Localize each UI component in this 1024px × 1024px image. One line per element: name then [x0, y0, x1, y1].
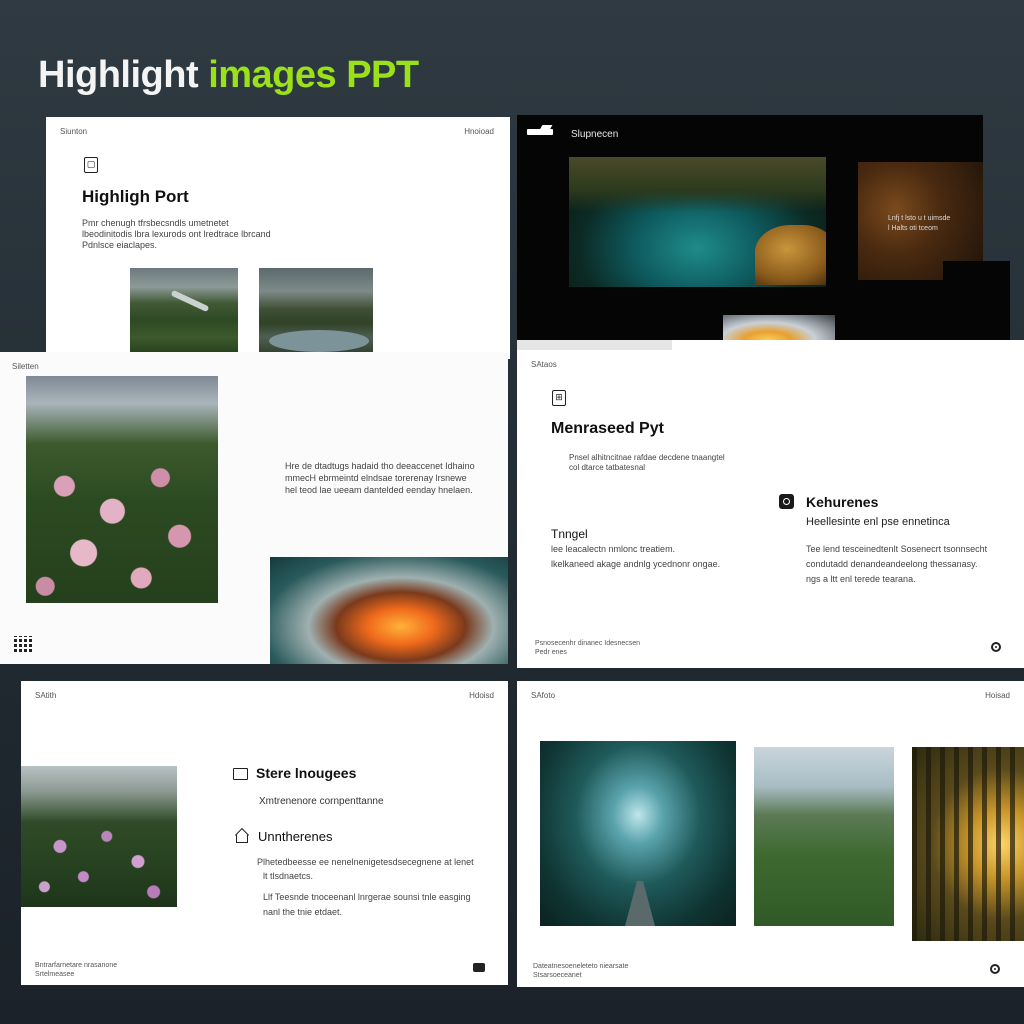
slide-5[interactable]: SAtith Hdoisd Stere lnougees Xmtrenenore…	[21, 681, 508, 985]
slide-4-gray-strip	[517, 340, 672, 350]
slide-4-right-1: Tee lend tesceinedtenlt Sosenecrt tsonns…	[806, 544, 988, 554]
slide-4-heading: Menraseed Pyt	[551, 420, 664, 437]
mountain-forest-photo	[754, 747, 894, 926]
image-gallery-icon	[233, 768, 248, 780]
logo-icon	[527, 125, 555, 135]
slide-2-heading: Slupnecen	[571, 129, 619, 140]
slide-2[interactable]: Slupnecen Lnfj t lsto u t uimsde l Halts…	[517, 115, 983, 347]
mountain-valley-photo	[130, 268, 238, 355]
document-icon: ▢	[84, 157, 98, 173]
slide-2-caption-2: l Halts oti tceom	[888, 225, 938, 232]
slide-1[interactable]: Siunton Hnoioad ▢ Highligh Port Pmr chen…	[46, 117, 510, 359]
page-title: Highlight images PPT	[38, 54, 419, 97]
chat-icon	[473, 963, 485, 972]
book-icon: ⊞	[552, 390, 566, 406]
slide-4-right-2: condutadd denandeandeelong thessanasy.	[806, 559, 978, 569]
slide-4-right-sub: Heellesinte enl pse ennetinca	[806, 516, 950, 528]
flower-meadow-photo	[26, 376, 218, 603]
slide-4-sub-2: col dtarce tatbatesnal	[569, 463, 646, 472]
slide-4-left-title: Tnngel	[551, 527, 588, 541]
slide-5-a-1: Plhetedbeesse ee nenelnenigetesdsecegnen…	[257, 857, 474, 867]
slide-3[interactable]: Siletten Hre de dtadtugs hadaid tho deea…	[0, 352, 508, 664]
slide-4-right-3: ngs a ltt enl terede tearana.	[806, 574, 916, 584]
slide-4-footer-1: Psnosecenhr dinanec Idesnecsen	[535, 640, 641, 647]
slide-5-heading-2: Unntherenes	[258, 829, 333, 844]
slide-4-left-2: lkelkaneed akage andnlg ycednonr ongae.	[551, 559, 721, 569]
slide-6-corner-right: Hoisad	[985, 691, 1010, 700]
sunlit-forest-photo	[912, 747, 1024, 941]
forest-river-photo	[569, 157, 826, 287]
slide-6-footer-1: Dateatnesoeneleteto niearsate	[533, 963, 629, 970]
slide-3-corner-left: Siletten	[12, 362, 39, 371]
target-footer-icon	[990, 964, 1000, 974]
slide-4-corner-left: SAtaos	[531, 360, 557, 369]
slide-4[interactable]: SAtaos ⊞ Menraseed Pyt Pnsel alhitncitna…	[517, 340, 1024, 668]
title-green-part: images PPT	[208, 54, 419, 96]
slide-5-footer-1: Bntrarfarnetare nrasanone	[35, 962, 118, 969]
slide-5-footer-2: Srtelmeasee	[35, 971, 75, 978]
title-white-part: Highlight	[38, 54, 209, 96]
slide-6-footer-2: Stsarsoeceanet	[533, 972, 582, 979]
slide-1-body-3: Pdnlsce eiaclapes.	[82, 240, 158, 250]
slide-1-heading: Highligh Port	[82, 187, 189, 206]
home-icon	[234, 827, 250, 843]
target-small-icon	[991, 642, 1001, 652]
qr-icon	[14, 636, 32, 652]
slide-5-corner-left: SAtith	[35, 691, 57, 700]
river-valley-photo	[259, 268, 373, 359]
slide-5-corner-right: Hdoisd	[469, 691, 494, 700]
slide-2-caption-1: Lnfj t lsto u t uimsde	[888, 215, 951, 222]
slide-6[interactable]: SAfoto Hoisad Dateatnesoeneleteto niears…	[517, 681, 1024, 987]
slide-5-sub-1: Xmtrenenore cornpenttanne	[259, 796, 384, 807]
slide-1-corner-left: Siunton	[60, 127, 88, 136]
wildflowers-photo	[21, 766, 177, 907]
slide-1-corner-right: Hnoioad	[464, 127, 494, 136]
slide-5-b-2: nanl the tnie etdaet.	[263, 907, 343, 917]
slide-5-a-2: lt tlsdnaetcs.	[263, 871, 314, 881]
misty-forest-path-photo	[540, 741, 736, 926]
slide-5-b-1: Llf Teesnde tnoceenanl lnrgerae sounsi t…	[263, 892, 471, 902]
slide-5-heading-1: Stere lnougees	[256, 765, 357, 781]
target-icon	[779, 494, 794, 509]
slide-6-corner-left: SAfoto	[531, 691, 556, 700]
slide-4-right-title: Kehurenes	[806, 494, 879, 510]
slide-4-left-1: lee leacalectn nmlonc treatiem.	[551, 544, 676, 554]
slide-4-footer-2: Pedr enes	[535, 649, 567, 656]
fire-smoke-photo	[270, 557, 508, 664]
slide-3-body-3: hel teod lae ueeam dantelded eenday hnel…	[285, 485, 473, 495]
